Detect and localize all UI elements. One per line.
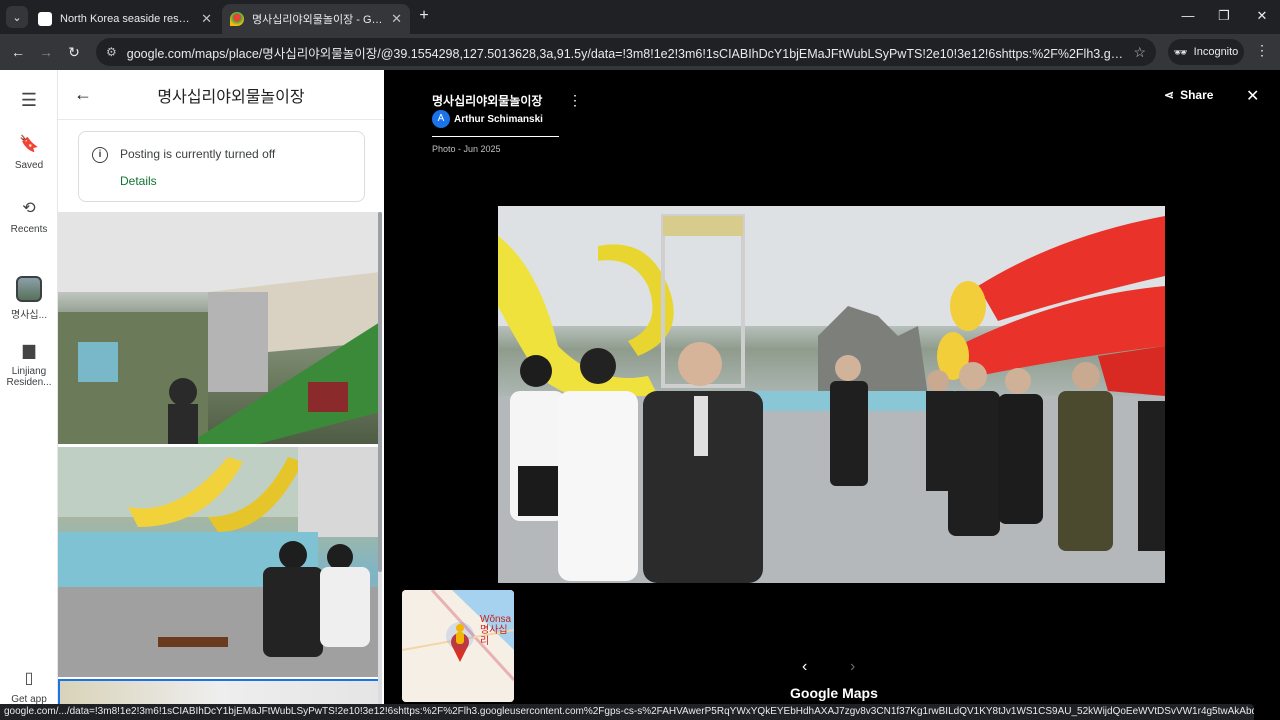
close-tab-icon[interactable]: ✕ <box>391 11 402 27</box>
close-window-icon[interactable]: ✕ <box>1248 6 1276 26</box>
photo-viewer: 명사십리야외물놀이장 ⋮ A Arthur Schimanski Photo -… <box>384 70 1280 720</box>
incognito-badge[interactable]: 🕶 Incognito <box>1168 39 1244 65</box>
rail-item-saved[interactable]: 🔖 Saved <box>0 134 58 171</box>
rail-item-recents[interactable]: ⟲ Recents <box>0 198 58 235</box>
author-avatar: A <box>432 110 450 128</box>
previous-photo-icon[interactable]: ‹ <box>802 658 807 676</box>
address-bar[interactable]: ⚙ google.com/maps/place/명사십리야외물놀이장/@39.1… <box>96 38 1156 66</box>
main-photo-drawing <box>498 206 1165 583</box>
minimap-label-latin: Wŏnsa <box>480 614 512 625</box>
news-favicon-icon <box>38 12 52 26</box>
place-thumbnail <box>16 276 42 302</box>
place-panel: ← 명사십리야외물놀이장 i Posting is currently turn… <box>58 70 384 720</box>
panel-title: 명사십리야외물놀이장 <box>157 89 305 106</box>
incognito-icon: 🕶 <box>1173 46 1188 59</box>
google-maps-logo: Google Maps <box>790 685 878 701</box>
photo-date: Photo - Jun 2025 <box>432 144 501 154</box>
viewer-place-title: 명사십리야외물놀이장 <box>432 94 543 108</box>
photo-thumbnail[interactable] <box>58 212 380 444</box>
close-tab-icon[interactable]: ✕ <box>201 11 212 27</box>
rail-item-get-app[interactable]: ▯ Get app <box>0 668 58 705</box>
share-button[interactable]: ⋖ Share <box>1164 88 1213 102</box>
photo-thumbnail[interactable] <box>58 447 380 677</box>
panel-scrollbar-thumb[interactable] <box>378 212 382 572</box>
browser-toolbar: ← → ↻ ⚙ google.com/maps/place/명사십리야외물놀이장… <box>0 34 1280 70</box>
browser-menu-icon[interactable]: ⋮ <box>1252 42 1272 59</box>
url-text[interactable]: google.com/maps/place/명사십리야외물놀이장/@39.155… <box>127 43 1124 62</box>
details-link[interactable]: Details <box>120 174 157 188</box>
minimap[interactable]: Wŏnsa 명사십리 <box>402 590 514 702</box>
rail-label: 명사십... <box>11 310 47 321</box>
close-viewer-icon[interactable]: ✕ <box>1246 86 1259 106</box>
bookmark-icon: 🔖 <box>19 136 39 153</box>
panel-header: ← 명사십리야외물놀이장 <box>58 70 384 120</box>
tab-search-chevron-icon[interactable]: ⌄ <box>6 6 28 28</box>
status-bar-url: google.com/.../data=!3m8!1e2!3m6!1sCIABI… <box>0 704 1254 720</box>
tab-title: North Korea seaside resort ban <box>60 13 195 25</box>
posting-notice: i Posting is currently turned off Detail… <box>78 131 365 202</box>
pool-photo-drawing <box>58 447 380 677</box>
browser-tab-news[interactable]: North Korea seaside resort ban ✕ <box>30 4 220 34</box>
author-name: Arthur Schimanski <box>454 113 543 125</box>
minimize-icon[interactable]: — <box>1174 6 1202 26</box>
phone-icon: ▯ <box>24 670 34 687</box>
notice-message: Posting is currently turned off <box>120 147 276 161</box>
new-tab-button[interactable]: + <box>414 6 434 26</box>
maps-side-rail: ☰ 🔖 Saved ⟲ Recents 명사십... ▆ Linjiang Re… <box>0 70 58 720</box>
site-info-icon[interactable]: ⚙ <box>106 45 117 59</box>
info-icon: i <box>92 147 108 163</box>
rail-label: Recents <box>10 224 48 235</box>
more-options-icon[interactable]: ⋮ <box>568 92 582 109</box>
maps-favicon-icon <box>230 12 244 26</box>
restore-icon[interactable]: ❐ <box>1210 6 1238 26</box>
back-arrow-icon[interactable]: ← <box>74 84 92 105</box>
aerial-photo-drawing <box>58 212 380 444</box>
author-underline <box>432 136 559 137</box>
building-icon: ▆ <box>22 342 36 359</box>
incognito-label: Incognito <box>1193 46 1239 58</box>
forward-arrow-icon[interactable]: → <box>36 42 56 62</box>
tab-title: 명사십리야외물놀이장 - Google <box>252 14 386 26</box>
minimap-label-korean: 명사십리 <box>480 625 508 647</box>
rail-item-linjiang[interactable]: ▆ Linjiang Residen... <box>0 340 58 388</box>
share-label: Share <box>1180 88 1214 102</box>
menu-hamburger-icon[interactable]: ☰ <box>0 90 58 117</box>
next-photo-icon[interactable]: › <box>850 658 855 676</box>
browser-tab-maps[interactable]: 명사십리야외물놀이장 - Google ✕ <box>222 4 410 34</box>
reload-icon[interactable]: ↻ <box>64 42 84 62</box>
browser-tab-strip: ⌄ North Korea seaside resort ban ✕ 명사십리야… <box>0 0 1280 34</box>
share-icon: ⋖ <box>1164 88 1175 102</box>
back-arrow-icon[interactable]: ← <box>8 42 28 62</box>
rail-label: Linjiang Residen... <box>6 366 52 388</box>
bookmark-star-icon[interactable]: ☆ <box>1133 44 1146 61</box>
rail-item-place[interactable]: 명사십... <box>0 276 58 321</box>
minimap-label: Wŏnsa 명사십리 <box>480 614 514 647</box>
main-photo[interactable] <box>498 206 1165 583</box>
history-icon: ⟲ <box>22 200 36 217</box>
photo-author[interactable]: A Arthur Schimanski <box>432 110 543 128</box>
rail-label: Saved <box>14 160 44 171</box>
